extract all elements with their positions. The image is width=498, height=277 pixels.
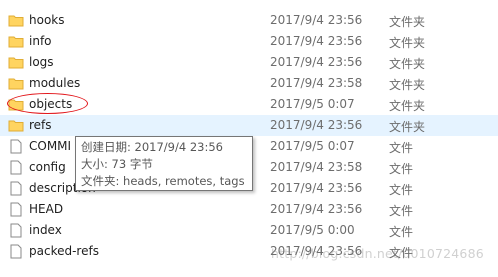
- file-date: 2017/9/4 23:56: [270, 118, 363, 132]
- file-name: refs: [29, 118, 52, 132]
- file-name: modules: [29, 76, 81, 90]
- file-name: config: [29, 160, 66, 174]
- list-item[interactable]: logs 2017/9/4 23:56 文件夹: [0, 52, 498, 73]
- folder-tooltip: 创建日期: 2017/9/4 23:56 大小: 73 字节 文件夹: head…: [75, 136, 253, 191]
- file-date: 2017/9/5 0:07: [270, 139, 355, 153]
- file-type: 文件夹: [389, 99, 426, 113]
- file-date: 2017/9/5 0:00: [270, 223, 355, 237]
- file-icon: [8, 181, 24, 196]
- folder-icon: [8, 13, 24, 28]
- list-item[interactable]: HEAD 2017/9/4 23:56 文件: [0, 199, 498, 220]
- file-icon: [8, 223, 24, 238]
- file-date: 2017/9/4 23:56: [270, 34, 363, 48]
- folder-icon: [8, 34, 24, 49]
- file-name: hooks: [29, 13, 65, 27]
- tooltip-size: 大小: 73 字节: [81, 157, 153, 171]
- file-name: packed-refs: [29, 244, 99, 258]
- file-name: index: [29, 223, 62, 237]
- file-name: info: [29, 34, 52, 48]
- file-icon: [8, 139, 24, 154]
- list-item-selected[interactable]: refs 2017/9/4 23:56 文件夹: [0, 115, 498, 136]
- file-type: 文件: [389, 225, 414, 239]
- tooltip-created-date: 创建日期: 2017/9/4 23:56: [81, 140, 223, 154]
- file-type: 文件夹: [389, 120, 426, 134]
- file-type: 文件: [389, 141, 414, 155]
- file-type: 文件: [389, 183, 414, 197]
- folder-icon: [8, 76, 24, 91]
- file-icon: [8, 160, 24, 175]
- red-highlight-ellipse: [7, 93, 88, 114]
- file-date: 2017/9/4 23:56: [270, 181, 363, 195]
- file-type: 文件: [389, 204, 414, 218]
- file-date: 2017/9/4 23:56: [270, 55, 363, 69]
- file-type: 文件夹: [389, 57, 426, 71]
- file-type: 文件: [389, 162, 414, 176]
- tooltip-folder-contents: 文件夹: heads, remotes, tags: [81, 174, 245, 188]
- file-date: 2017/9/4 23:58: [270, 160, 363, 174]
- list-item[interactable]: modules 2017/9/4 23:58 文件夹: [0, 73, 498, 94]
- file-name: logs: [29, 55, 54, 69]
- list-item[interactable]: index 2017/9/5 0:00 文件: [0, 220, 498, 241]
- list-item[interactable]: info 2017/9/4 23:56 文件夹: [0, 31, 498, 52]
- file-type: 文件夹: [389, 36, 426, 50]
- list-item[interactable]: hooks 2017/9/4 23:56 文件夹: [0, 10, 498, 31]
- file-date: 2017/9/5 0:07: [270, 97, 355, 111]
- file-type: 文件夹: [389, 15, 426, 29]
- file-type: 文件夹: [389, 78, 426, 92]
- folder-icon: [8, 118, 24, 133]
- file-icon: [8, 244, 24, 259]
- folder-icon: [8, 55, 24, 70]
- file-icon: [8, 202, 24, 217]
- file-date: 2017/9/4 23:56: [270, 13, 363, 27]
- file-name: COMMI: [29, 139, 72, 153]
- file-date: 2017/9/4 23:58: [270, 76, 363, 90]
- file-date: 2017/9/4 23:56: [270, 202, 363, 216]
- watermark: http://blog.csdn.net/u010724686: [271, 246, 484, 261]
- file-name: HEAD: [29, 202, 64, 216]
